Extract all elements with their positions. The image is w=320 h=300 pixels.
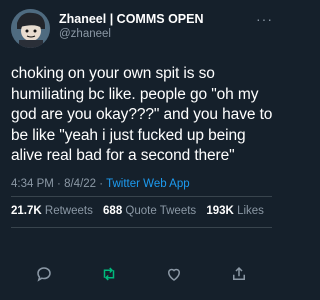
tweet-actions	[11, 262, 272, 286]
avatar[interactable]	[11, 9, 50, 48]
tweet-date[interactable]: 8/4/22	[64, 178, 96, 190]
tweet-header: Zhaneel | COMMS OPEN @zhaneel ···	[11, 9, 273, 49]
divider	[11, 227, 272, 228]
tweet-stats: 21.7K Retweets 688 Quote Tweets 193K Lik…	[11, 205, 271, 217]
likes-count: 193K	[206, 205, 234, 217]
tweet-text: choking on your own spit is so humiliati…	[11, 65, 273, 164]
reply-icon	[36, 267, 51, 282]
tweet-time[interactable]: 4:34 PM	[11, 178, 54, 190]
more-options-icon[interactable]: ···	[256, 11, 273, 27]
tweet-source[interactable]: Twitter Web App	[106, 178, 190, 190]
quotes-count: 688	[103, 205, 123, 217]
like-button[interactable]	[162, 262, 186, 286]
retweet-button[interactable]	[97, 262, 121, 286]
divider	[11, 196, 272, 197]
retweet-icon	[103, 267, 115, 281]
like-icon	[168, 268, 181, 281]
quotes-label: Quote Tweets	[125, 205, 197, 217]
share-button[interactable]	[227, 262, 251, 286]
tweet-meta: 4:34 PM · 8/4/22 · Twitter Web App	[11, 178, 190, 190]
likes-stat[interactable]: 193K Likes	[206, 205, 264, 217]
retweets-count: 21.7K	[11, 205, 42, 217]
share-icon	[233, 266, 246, 280]
meta-separator: ·	[57, 178, 61, 190]
author-handle[interactable]: @zhaneel	[59, 27, 204, 42]
author-display-name[interactable]: Zhaneel | COMMS OPEN	[59, 12, 204, 27]
reply-button[interactable]	[32, 262, 56, 286]
likes-label: Likes	[237, 205, 264, 217]
quotes-stat[interactable]: 688 Quote Tweets	[103, 205, 196, 217]
retweets-stat[interactable]: 21.7K Retweets	[11, 205, 93, 217]
retweets-label: Retweets	[44, 205, 93, 217]
meta-separator: ·	[99, 178, 104, 190]
